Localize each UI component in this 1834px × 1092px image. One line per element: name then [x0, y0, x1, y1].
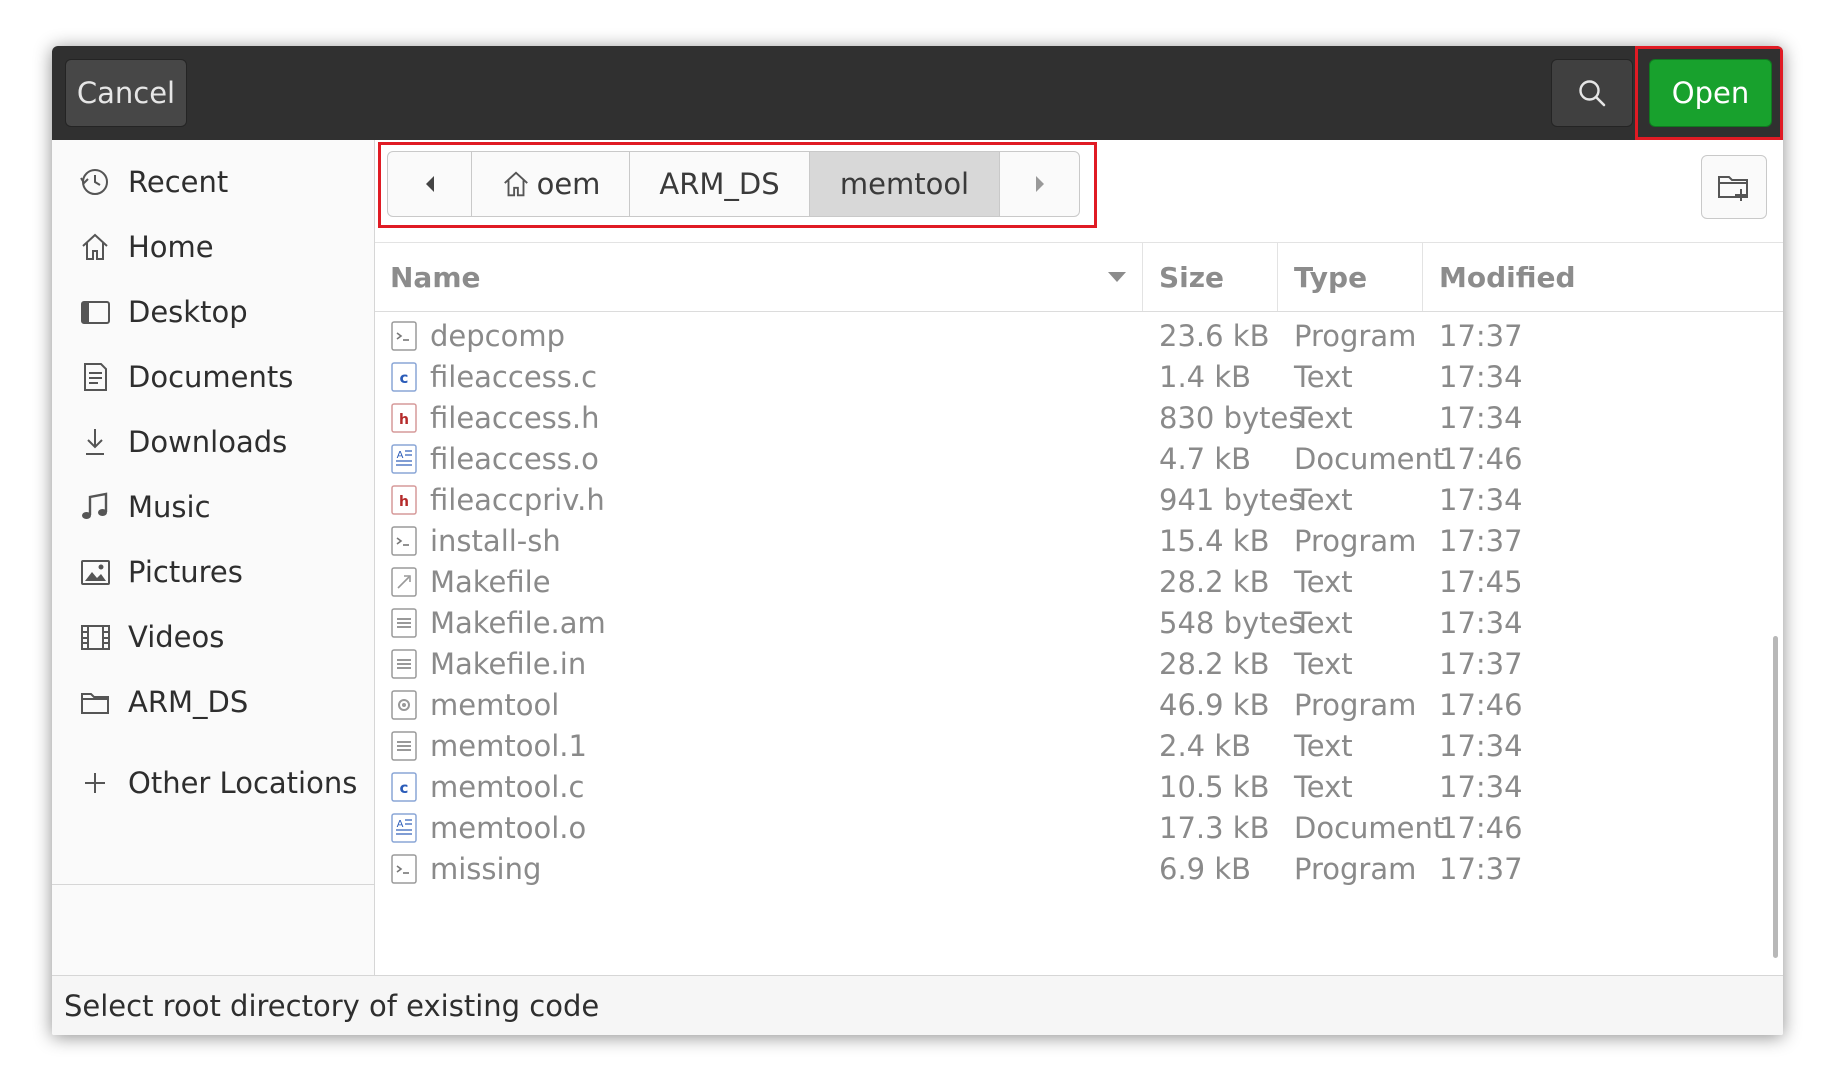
- file-row[interactable]: missing 6.9 kB Program 17:37: [375, 845, 1765, 893]
- sidebar-item-label: Downloads: [128, 425, 288, 459]
- clock-icon: [78, 165, 112, 199]
- column-separator: [1422, 243, 1423, 311]
- file-name: missing: [430, 852, 542, 886]
- object-file-icon: A: [391, 813, 417, 843]
- c-header-icon: h: [391, 403, 417, 433]
- column-header-label: Modified: [1439, 260, 1576, 294]
- column-header-label: Type: [1294, 260, 1368, 294]
- column-separator: [1142, 243, 1143, 311]
- videos-icon: [78, 620, 112, 654]
- search-button[interactable]: [1551, 59, 1633, 127]
- file-modified: 17:37: [1439, 852, 1523, 886]
- file-list-header: Name Size Type Modified: [375, 242, 1783, 312]
- sidebar-item-label: Videos: [128, 620, 225, 654]
- path-segment-label: memtool: [839, 167, 970, 201]
- file-browser-pane: oem ARM_DS memtool Name Size Type Modifi…: [375, 140, 1783, 975]
- status-bar: Select root directory of existing code: [52, 975, 1783, 1035]
- sidebar-item-label: Documents: [128, 360, 294, 394]
- music-icon: [78, 490, 112, 524]
- svg-text:c: c: [400, 369, 409, 387]
- sidebar-item-other-locations[interactable]: Other Locations: [52, 750, 374, 816]
- chevron-right-icon: [1035, 176, 1044, 192]
- column-header-type[interactable]: Type: [1294, 243, 1434, 311]
- sidebar-item-arm-ds[interactable]: ARM_DS: [52, 669, 374, 735]
- script-icon: [391, 321, 417, 351]
- sidebar-item-pictures[interactable]: Pictures: [52, 539, 374, 605]
- folder-icon: [78, 685, 112, 719]
- text-file-icon: [391, 649, 417, 679]
- svg-text:A: A: [397, 450, 404, 461]
- svg-text:c: c: [400, 779, 409, 797]
- places-sidebar: Recent Home Desktop Documents Downloads: [52, 140, 375, 975]
- sidebar-item-label: Pictures: [128, 555, 243, 589]
- sidebar-item-label: ARM_DS: [128, 685, 249, 719]
- sidebar-item-videos[interactable]: Videos: [52, 604, 374, 670]
- sidebar-item-label: Desktop: [128, 295, 248, 329]
- pictures-icon: [78, 555, 112, 589]
- column-header-size[interactable]: Size: [1159, 243, 1299, 311]
- makefile-icon: [391, 567, 417, 597]
- new-folder-button[interactable]: [1701, 155, 1767, 219]
- path-segment-label: oem: [536, 167, 601, 201]
- executable-icon: [391, 690, 417, 720]
- scrollbar[interactable]: [1773, 636, 1778, 958]
- open-button[interactable]: Open: [1649, 59, 1772, 127]
- desktop-icon: [78, 295, 112, 329]
- sidebar-item-music[interactable]: Music: [52, 474, 374, 540]
- svg-text:h: h: [399, 494, 409, 510]
- plus-icon: [78, 766, 112, 800]
- file-type: Program: [1294, 852, 1417, 886]
- path-forward-button[interactable]: [1000, 152, 1079, 216]
- home-icon: [78, 230, 112, 264]
- chevron-left-icon: [425, 176, 434, 192]
- home-icon: [503, 171, 528, 197]
- c-header-icon: h: [391, 485, 417, 515]
- file-size: 6.9 kB: [1159, 852, 1252, 886]
- path-back-button[interactable]: [388, 152, 472, 216]
- c-source-icon: c: [391, 772, 417, 802]
- column-header-label: Size: [1159, 260, 1225, 294]
- path-segment-label: ARM_DS: [659, 167, 780, 201]
- svg-text:h: h: [399, 412, 409, 428]
- documents-icon: [78, 360, 112, 394]
- path-segment-memtool[interactable]: memtool: [810, 152, 1000, 216]
- new-folder-icon: [1718, 176, 1748, 201]
- object-file-icon: A: [391, 444, 417, 474]
- text-file-icon: [391, 731, 417, 761]
- path-bar: oem ARM_DS memtool: [387, 151, 1080, 217]
- sidebar-item-label: Recent: [128, 165, 229, 199]
- cancel-button[interactable]: Cancel: [65, 59, 187, 127]
- column-header-label: Name: [390, 260, 481, 294]
- header-bar: Cancel Open: [52, 46, 1783, 140]
- sidebar-item-home[interactable]: Home: [52, 214, 374, 280]
- script-icon: [391, 854, 417, 884]
- column-separator: [1277, 243, 1278, 311]
- sidebar-item-downloads[interactable]: Downloads: [52, 409, 374, 475]
- c-source-icon: c: [391, 362, 417, 392]
- sidebar-item-label: Music: [128, 490, 211, 524]
- column-header-modified[interactable]: Modified: [1439, 243, 1599, 311]
- file-chooser-dialog: Cancel Open Recent Home Desktop Document…: [52, 46, 1783, 1035]
- path-segment-arm-ds[interactable]: ARM_DS: [630, 152, 810, 216]
- sidebar-item-documents[interactable]: Documents: [52, 344, 374, 410]
- svg-text:A: A: [397, 819, 404, 830]
- sort-down-icon[interactable]: [1107, 271, 1127, 283]
- downloads-icon: [78, 425, 112, 459]
- sidebar-item-label: Other Locations: [128, 766, 358, 800]
- column-header-name[interactable]: Name: [390, 243, 1140, 311]
- text-file-icon: [391, 608, 417, 638]
- file-list: depcomp 23.6 kB Program 17:37 c fileaccess.c 1…: [375, 312, 1783, 975]
- sidebar-separator: [52, 884, 374, 885]
- script-icon: [391, 526, 417, 556]
- sidebar-item-recent[interactable]: Recent: [52, 149, 374, 215]
- path-segment-oem[interactable]: oem: [472, 152, 630, 216]
- sidebar-item-label: Home: [128, 230, 214, 264]
- sidebar-item-desktop[interactable]: Desktop: [52, 279, 374, 345]
- status-text: Select root directory of existing code: [64, 988, 600, 1023]
- search-icon: [1579, 80, 1606, 107]
